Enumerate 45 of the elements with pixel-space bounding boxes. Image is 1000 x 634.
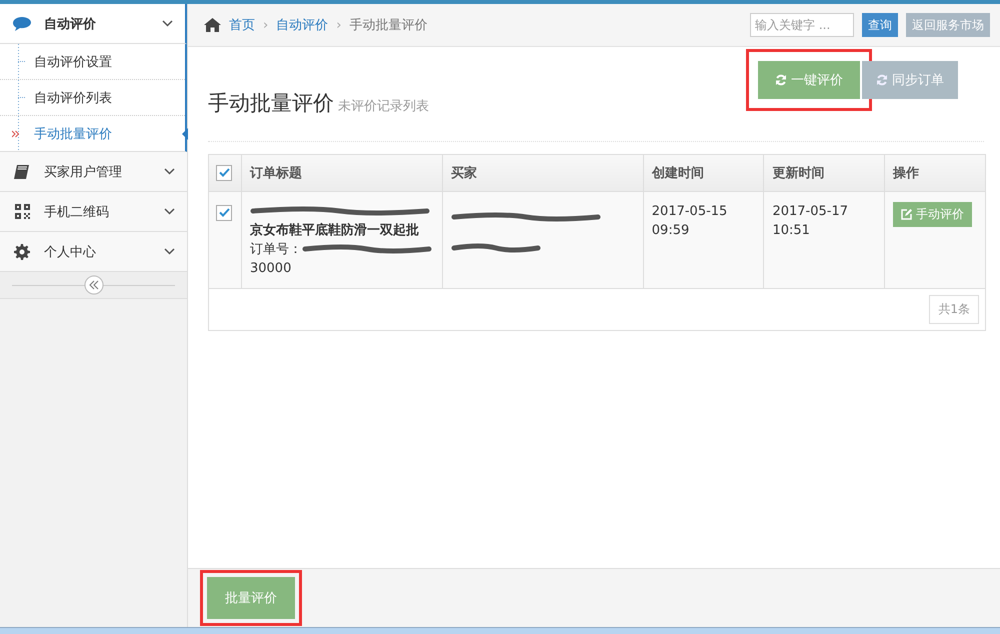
breadcrumb-link[interactable]: 自动评价 — [276, 16, 328, 34]
column-header: 订单标题 — [241, 155, 442, 192]
search-button[interactable]: 查询 — [862, 13, 898, 37]
chevron-down-icon — [162, 20, 173, 27]
collapse-icon[interactable] — [84, 275, 104, 295]
breadcrumb-separator: › — [336, 18, 342, 32]
checkbox[interactable] — [216, 164, 232, 181]
sidebar-submenu-item[interactable]: 自动评价设置 — [0, 44, 185, 80]
checkbox[interactable] — [216, 204, 232, 220]
order-number-label: 订单号： — [250, 242, 302, 257]
speech-bubble-icon — [12, 16, 32, 32]
refresh-icon — [775, 74, 787, 86]
order-number: 30000 — [250, 260, 292, 278]
page-title: 手动批量评价 — [208, 91, 334, 115]
sidebar-submenu-item[interactable]: 自动评价列表 — [0, 80, 185, 116]
qr-code-icon — [14, 204, 30, 219]
chevron-down-icon — [164, 208, 175, 215]
column-header: 创建时间 — [643, 155, 764, 192]
home-icon — [204, 18, 221, 32]
double-chevron-icon — [12, 130, 19, 138]
sidebar-menu-item[interactable]: 个人中心 — [0, 232, 187, 272]
chevron-down-icon — [164, 248, 175, 255]
chevron-down-icon — [164, 168, 175, 175]
manual-review-button[interactable]: 手动评价 — [893, 202, 972, 227]
edit-icon — [901, 209, 912, 220]
search-field[interactable]: 输入关键字 ... — [750, 13, 854, 37]
page-subtitle: 未评价记录列表 — [338, 99, 429, 114]
order-title: 京女布鞋平底鞋防滑一双起批 — [250, 222, 420, 240]
column-header: 操作 — [884, 155, 985, 192]
sidebar-menu-item[interactable]: 自动评价 — [0, 4, 187, 44]
action-button[interactable]: 一键评价 — [758, 61, 860, 99]
updated-time: 2017-05-17 10:51 — [772, 203, 850, 240]
column-header: 买家 — [442, 155, 644, 192]
sidebar-menu-item[interactable]: 买家用户管理 — [0, 152, 187, 192]
settings-icon — [14, 244, 30, 260]
batch-review-button[interactable]: 批量评价 — [207, 577, 295, 619]
column-header: 更新时间 — [764, 155, 885, 192]
sidebar-menu-item[interactable]: 手机二维码 — [0, 192, 187, 232]
breadcrumb-link[interactable]: 首页 — [229, 16, 255, 34]
created-time: 2017-05-15 09:59 — [652, 203, 728, 240]
book-icon — [13, 164, 31, 180]
breadcrumb-current: 手动批量评价 — [349, 17, 428, 34]
breadcrumb-separator: › — [263, 18, 268, 32]
refresh-icon — [876, 74, 888, 86]
total-count: 共1条 — [929, 295, 979, 324]
